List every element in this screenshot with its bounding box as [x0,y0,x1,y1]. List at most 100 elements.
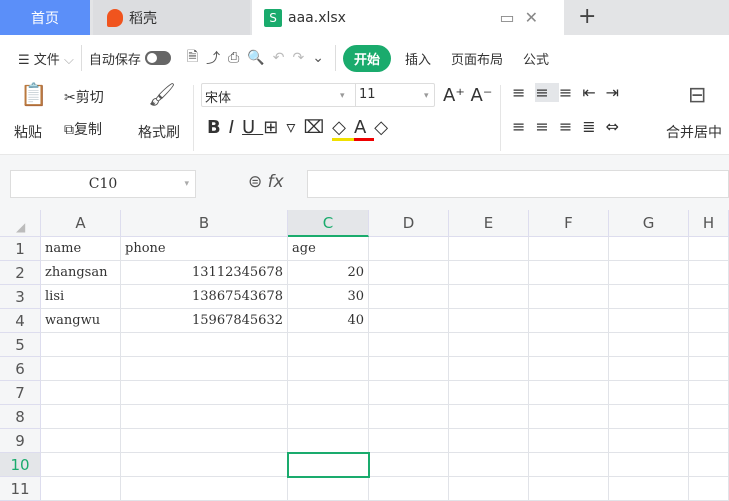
tab-page-layout[interactable]: 页面布局 [451,49,503,68]
cell-F4[interactable] [529,309,609,333]
close-tab-icon[interactable]: ▭✕ [499,8,548,27]
merge-icon[interactable]: ⊟ [688,83,706,108]
cell-F1[interactable] [529,237,609,261]
tab-formula[interactable]: 公式 [523,49,549,68]
cell-B2[interactable]: 13112345678 [121,261,288,285]
cell-D8[interactable] [369,405,449,429]
row-header[interactable]: 6 [0,357,41,381]
cell-C1[interactable]: age [288,237,369,261]
cell-G3[interactable] [609,285,689,309]
autosave-toggle[interactable] [144,51,171,65]
cell-H2[interactable] [689,261,729,285]
cell-B1[interactable]: phone [121,237,288,261]
column-header[interactable]: D [369,210,449,237]
cell-H5[interactable] [689,333,729,357]
cell-F11[interactable] [529,477,609,501]
cell-A1[interactable]: name [41,237,121,261]
cell-F5[interactable] [529,333,609,357]
cell-A10[interactable] [41,453,121,477]
more-icon[interactable]: ⌄ [312,50,324,66]
row-header[interactable]: 1 [0,237,41,261]
cell-E5[interactable] [449,333,529,357]
row-header[interactable]: 8 [0,405,41,429]
cell-A11[interactable] [41,477,121,501]
cell-C5[interactable] [288,333,369,357]
cell-G7[interactable] [609,381,689,405]
file-menu[interactable]: ☰ 文件 ⌵ [18,49,74,68]
cell-E4[interactable] [449,309,529,333]
cell-E10[interactable] [449,453,529,477]
cell-G4[interactable] [609,309,689,333]
cell-H1[interactable] [689,237,729,261]
cell-C3[interactable]: 30 [288,285,369,309]
cell-E11[interactable] [449,477,529,501]
cell-C9[interactable] [288,429,369,453]
name-box[interactable]: C10 ▾ [10,170,196,198]
cell-D2[interactable] [369,261,449,285]
copy-button[interactable]: ⧉复制 [64,119,102,139]
column-header[interactable]: B [121,210,288,237]
formula-input[interactable] [307,170,729,198]
row-header[interactable]: 5 [0,333,41,357]
column-header[interactable]: H [689,210,729,237]
cell-H11[interactable] [689,477,729,501]
cell-A2[interactable]: zhangsan [41,261,121,285]
cell-F7[interactable] [529,381,609,405]
align-icons[interactable]: ≡≡≡⇤⇥ [512,83,629,102]
cell-F3[interactable] [529,285,609,309]
cell-A5[interactable] [41,333,121,357]
row-header[interactable]: 11 [0,477,41,501]
font-select[interactable]: 宋体 ▾ 11 ▾ [201,83,435,107]
format-painter-icon[interactable]: 🖌 [148,83,176,108]
column-header[interactable]: C [288,210,369,237]
cell-C8[interactable] [288,405,369,429]
new-tab-button[interactable]: + [578,4,596,29]
cell-B6[interactable] [121,357,288,381]
cell-G11[interactable] [609,477,689,501]
cell-D7[interactable] [369,381,449,405]
cell-B4[interactable]: 15967845632 [121,309,288,333]
select-all-corner[interactable]: ◢ [0,210,41,237]
cell-H4[interactable] [689,309,729,333]
cell-D5[interactable] [369,333,449,357]
cell-A3[interactable]: lisi [41,285,121,309]
cell-B10[interactable] [121,453,288,477]
cell-G5[interactable] [609,333,689,357]
cell-H3[interactable] [689,285,729,309]
row-header[interactable]: 7 [0,381,41,405]
save-icon[interactable]: 🗎 [187,46,198,70]
cell-C11[interactable] [288,477,369,501]
cell-C10[interactable] [287,452,370,478]
cell-D9[interactable] [369,429,449,453]
cell-E1[interactable] [449,237,529,261]
halign-icons[interactable]: ≡≡≡≣⇔ [512,117,629,136]
tab-file[interactable]: Saaa.xlsx ▭✕ [252,0,564,35]
font-style-icons[interactable]: BIU⊞▿⌧◇A◇ [207,117,396,141]
font-grow-icon[interactable]: A⁺ A⁻ [443,85,492,106]
fx-icon[interactable]: ⊜ fx [248,172,284,192]
print-icon[interactable]: ⎙ [228,50,239,66]
tab-docer[interactable]: 稻壳 [93,0,250,35]
merge-center-button[interactable]: 合并居中 [666,122,722,142]
row-header[interactable]: 2 [0,261,41,285]
row-header[interactable]: 3 [0,285,41,309]
paste-button[interactable]: 粘贴 [14,122,42,142]
cell-B11[interactable] [121,477,288,501]
column-header[interactable]: G [609,210,689,237]
undo-icon[interactable]: ↶ [273,50,285,66]
cell-G10[interactable] [609,453,689,477]
cell-F10[interactable] [529,453,609,477]
column-header[interactable]: E [449,210,529,237]
cell-B7[interactable] [121,381,288,405]
row-header[interactable]: 9 [0,429,41,453]
cell-F2[interactable] [529,261,609,285]
cell-H6[interactable] [689,357,729,381]
format-painter-button[interactable]: 格式刷 [138,122,180,142]
cell-E7[interactable] [449,381,529,405]
cell-D11[interactable] [369,477,449,501]
cell-F8[interactable] [529,405,609,429]
export-icon[interactable]: ⤴ [206,48,220,68]
cell-C4[interactable]: 40 [288,309,369,333]
cell-D10[interactable] [369,453,449,477]
cell-G6[interactable] [609,357,689,381]
